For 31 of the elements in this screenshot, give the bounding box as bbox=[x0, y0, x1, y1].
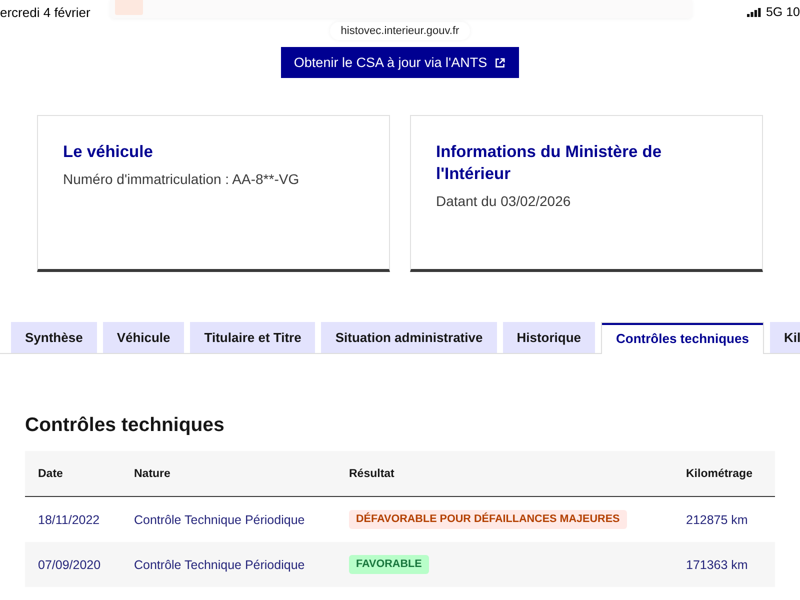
table-cell-text: Contrôle Technique Périodique bbox=[133, 512, 306, 526]
column-header: Kilométrage bbox=[685, 468, 754, 480]
status-badge: DÉFAVORABLE POUR DÉFAILLANCES MAJEURES bbox=[349, 510, 627, 529]
blurred-square-icon bbox=[115, 0, 144, 15]
tab[interactable]: Kil bbox=[770, 322, 800, 353]
tab[interactable]: Titulaire et Titre bbox=[190, 322, 316, 353]
column-header: Résultat bbox=[348, 468, 396, 480]
status-date: ercredi 4 février bbox=[0, 4, 90, 20]
ants-link-button[interactable]: Obtenir le CSA à jour via l'ANTS bbox=[280, 47, 520, 78]
tab[interactable]: Contrôles techniques bbox=[601, 322, 764, 354]
card-title: Informations du Ministère de l'Intérieur bbox=[436, 142, 663, 185]
network-label: 5G 10 bbox=[766, 5, 800, 20]
tab[interactable]: Situation administrative bbox=[321, 322, 497, 353]
signal-icon bbox=[746, 8, 761, 17]
tab[interactable]: Véhicule bbox=[102, 322, 184, 353]
column-header: Nature bbox=[133, 468, 172, 480]
column-header: Date bbox=[37, 468, 64, 480]
table-cell-text: Contrôle Technique Périodique bbox=[133, 558, 306, 572]
card-text: Datant du 03/02/2026 bbox=[436, 192, 572, 211]
table-cell-text: 18/11/2022 bbox=[37, 512, 101, 526]
address-bar-url[interactable]: histovec.interieur.gouv.fr bbox=[330, 22, 470, 40]
table-cell-text: 212875 km bbox=[685, 512, 749, 526]
tab[interactable]: Synthèse bbox=[11, 322, 97, 353]
card-title: Le véhicule bbox=[63, 142, 154, 163]
external-link-icon bbox=[495, 58, 506, 68]
table-cell-text: 07/09/2020 bbox=[37, 558, 102, 572]
status-badge: FAVORABLE bbox=[349, 555, 429, 574]
tab[interactable]: Historique bbox=[502, 322, 596, 353]
card-text: Numéro d'immatriculation : AA-8**-VG bbox=[63, 170, 300, 189]
section-heading: Contrôles techniques bbox=[25, 413, 226, 437]
table-cell-text: 171363 km bbox=[685, 558, 749, 572]
